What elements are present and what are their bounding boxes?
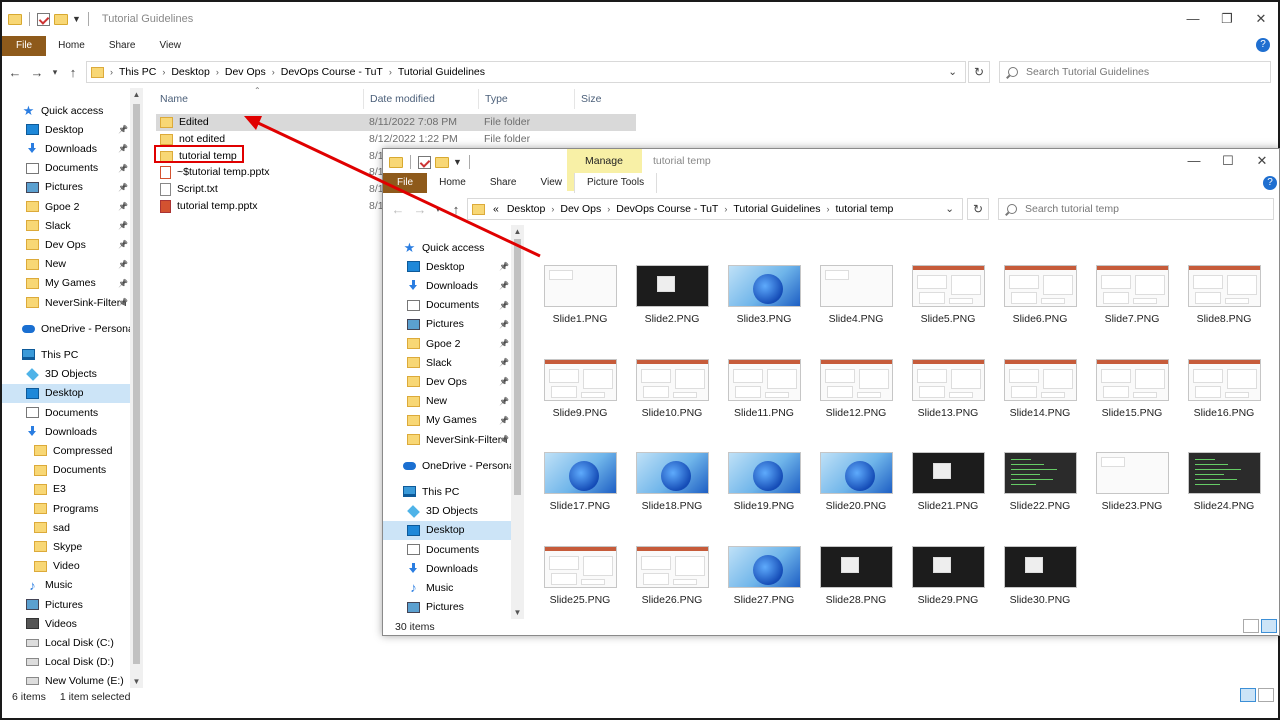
annotation-arrow bbox=[244, 116, 541, 258]
annotation-arrow-line bbox=[255, 120, 541, 258]
